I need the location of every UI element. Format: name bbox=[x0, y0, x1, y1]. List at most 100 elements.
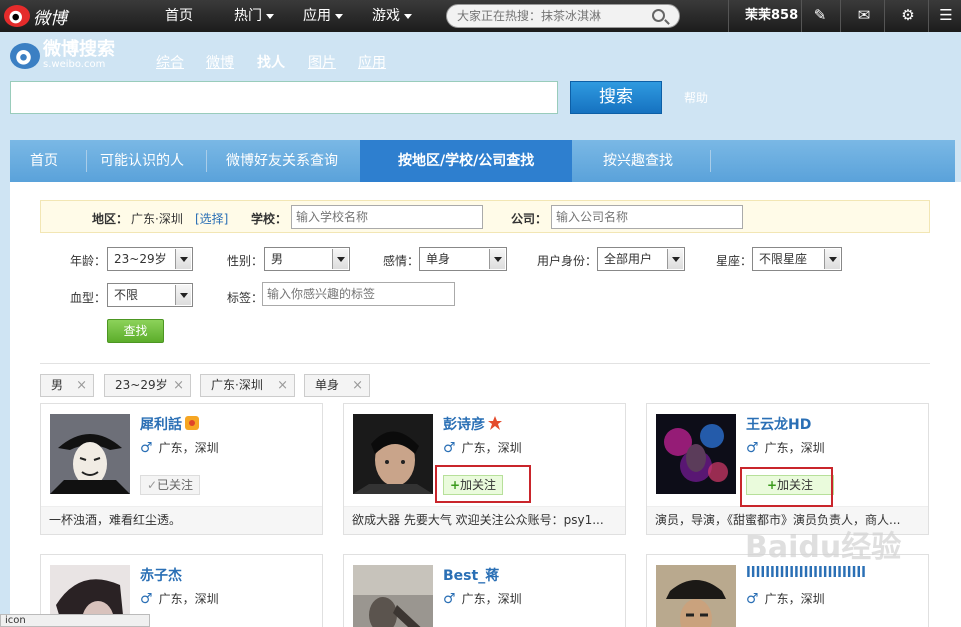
blood-type-label: 血型： bbox=[70, 291, 107, 305]
divider bbox=[928, 0, 929, 32]
male-icon: ♂ bbox=[443, 591, 456, 607]
chip-label: 23~29岁 bbox=[115, 378, 168, 392]
user-name[interactable]: 王云龙HD bbox=[746, 414, 811, 434]
username-link[interactable]: 茉茉858 bbox=[745, 0, 798, 32]
nav-apps[interactable]: 应用 bbox=[303, 0, 343, 32]
filter-chip-region[interactable]: 广东·深圳 × bbox=[200, 374, 295, 397]
weibo-logo[interactable]: 微博 bbox=[4, 3, 67, 29]
avatar[interactable] bbox=[50, 414, 130, 494]
zodiac-select[interactable]: 不限星座 bbox=[752, 247, 842, 271]
top-search-box bbox=[446, 4, 680, 28]
avatar[interactable] bbox=[353, 414, 433, 494]
blood-type-select[interactable]: 不限 bbox=[107, 283, 193, 307]
highlight-box bbox=[740, 467, 833, 507]
location-text: 广东，深圳 bbox=[461, 592, 522, 606]
nav-home-label: 首页 bbox=[165, 8, 193, 24]
location-text: 广东，深圳 bbox=[158, 441, 219, 455]
baidu-watermark: Baidu经验 bbox=[745, 530, 902, 565]
tab-home[interactable]: 首页 bbox=[30, 140, 58, 182]
close-icon[interactable]: × bbox=[76, 375, 87, 396]
tab-friend-relation[interactable]: 微博好友关系查询 bbox=[226, 140, 338, 182]
nav-games-label: 游戏 bbox=[372, 8, 400, 24]
filter-chip-age[interactable]: 23~29岁 × bbox=[104, 374, 191, 397]
search-logo-domain: s.weibo.com bbox=[43, 59, 106, 70]
user-location: ♂ 广东，深圳 bbox=[746, 590, 825, 607]
chevron-down-icon bbox=[824, 249, 840, 269]
close-icon[interactable]: × bbox=[352, 375, 363, 396]
filter-chip-gender[interactable]: 男 × bbox=[40, 374, 94, 397]
company-input[interactable] bbox=[551, 205, 743, 229]
gear-icon[interactable]: ⚙ bbox=[900, 7, 916, 23]
user-location: ♂ 广东，深圳 bbox=[140, 590, 219, 607]
user-location: ♂ 广东，深圳 bbox=[443, 590, 522, 607]
nav-hot-label: 热门 bbox=[234, 8, 262, 24]
zodiac-label: 星座： bbox=[716, 254, 753, 268]
tab-apps[interactable]: 应用 bbox=[358, 52, 386, 72]
edit-icon[interactable]: ✎ bbox=[812, 7, 828, 23]
avatar[interactable] bbox=[656, 565, 736, 627]
chevron-down-icon bbox=[175, 285, 191, 305]
user-card: Best_蒋 ♂ 广东，深圳 bbox=[343, 554, 626, 627]
tab-people[interactable]: 找人 bbox=[257, 52, 285, 72]
user-name[interactable]: 彭诗彦 bbox=[443, 414, 502, 434]
location-text: 广东，深圳 bbox=[158, 592, 219, 606]
mail-icon[interactable]: ✉ bbox=[856, 7, 872, 23]
school-input[interactable] bbox=[291, 205, 483, 229]
school-label: 学校： bbox=[251, 212, 288, 226]
gender-select[interactable]: 男 bbox=[264, 247, 350, 271]
top-navigation-bar: 微博 首页 热门 应用 游戏 茉茉858 ✎ ✉ ⚙ ☰ bbox=[0, 0, 961, 32]
search-icon[interactable] bbox=[652, 9, 665, 22]
logo-text: 微博 bbox=[33, 8, 67, 29]
user-name-text: 彭诗彦 bbox=[443, 417, 485, 433]
user-name[interactable]: lllllllllllllllllllllllll bbox=[746, 565, 866, 581]
weibo-search-logo[interactable]: 微博搜索 s.weibo.com bbox=[10, 38, 115, 74]
region-select-link[interactable]: [选择] bbox=[195, 210, 228, 227]
weibo-eye-icon bbox=[10, 43, 40, 69]
chevron-down-icon bbox=[404, 13, 412, 19]
divider bbox=[206, 150, 207, 172]
relationship-select[interactable]: 单身 bbox=[419, 247, 507, 271]
zodiac-value: 不限星座 bbox=[759, 252, 808, 266]
user-name[interactable]: 赤子杰 bbox=[140, 565, 182, 585]
followed-label: 已关注 bbox=[157, 478, 194, 492]
nav-hot[interactable]: 热门 bbox=[234, 0, 274, 32]
tab-weibo[interactable]: 微博 bbox=[206, 52, 234, 72]
divider bbox=[840, 0, 841, 32]
identity-select[interactable]: 全部用户 bbox=[597, 247, 685, 271]
tab-by-region-school-company[interactable]: 按地区/学校/公司查找 bbox=[360, 140, 573, 182]
divider bbox=[86, 150, 87, 172]
gender-value: 男 bbox=[271, 252, 284, 266]
location-filter-bar: 地区： 广东·深圳 [选择] 学校： 公司： bbox=[40, 200, 930, 233]
close-icon[interactable]: × bbox=[173, 375, 184, 396]
tab-comprehensive[interactable]: 综合 bbox=[156, 52, 184, 72]
user-name[interactable]: 犀利話 bbox=[140, 414, 199, 434]
nav-home[interactable]: 首页 bbox=[165, 0, 193, 32]
search-button[interactable]: 搜索 bbox=[570, 81, 662, 114]
user-location: ♂ 广东，深圳 bbox=[443, 439, 522, 456]
top-search-input[interactable] bbox=[447, 5, 647, 27]
followed-button[interactable]: ✓已关注 bbox=[140, 475, 200, 495]
main-search-input[interactable] bbox=[10, 81, 558, 114]
age-label: 年龄： bbox=[70, 254, 107, 268]
tab-by-interest[interactable]: 按兴趣查找 bbox=[603, 140, 673, 182]
tag-input[interactable] bbox=[262, 282, 455, 306]
divider bbox=[40, 363, 930, 364]
nav-games[interactable]: 游戏 bbox=[372, 0, 412, 32]
age-select[interactable]: 23~29岁 bbox=[107, 247, 193, 271]
avatar[interactable] bbox=[656, 414, 736, 494]
star-badge-icon bbox=[488, 416, 502, 430]
find-button[interactable]: 查找 bbox=[107, 319, 164, 343]
region-value: 广东·深圳 bbox=[131, 212, 183, 226]
location-text: 广东，深圳 bbox=[764, 592, 825, 606]
close-icon[interactable]: × bbox=[277, 375, 288, 396]
menu-icon[interactable]: ☰ bbox=[938, 7, 954, 23]
tab-images[interactable]: 图片 bbox=[308, 52, 336, 72]
avatar[interactable] bbox=[353, 565, 433, 627]
help-link[interactable]: 帮助 bbox=[684, 89, 708, 106]
chevron-down-icon bbox=[175, 249, 191, 269]
tab-may-know[interactable]: 可能认识的人 bbox=[100, 140, 184, 182]
filter-chip-relationship[interactable]: 单身 × bbox=[304, 374, 370, 397]
user-name[interactable]: Best_蒋 bbox=[443, 565, 499, 585]
divider bbox=[728, 0, 729, 32]
relationship-value: 单身 bbox=[426, 252, 451, 266]
